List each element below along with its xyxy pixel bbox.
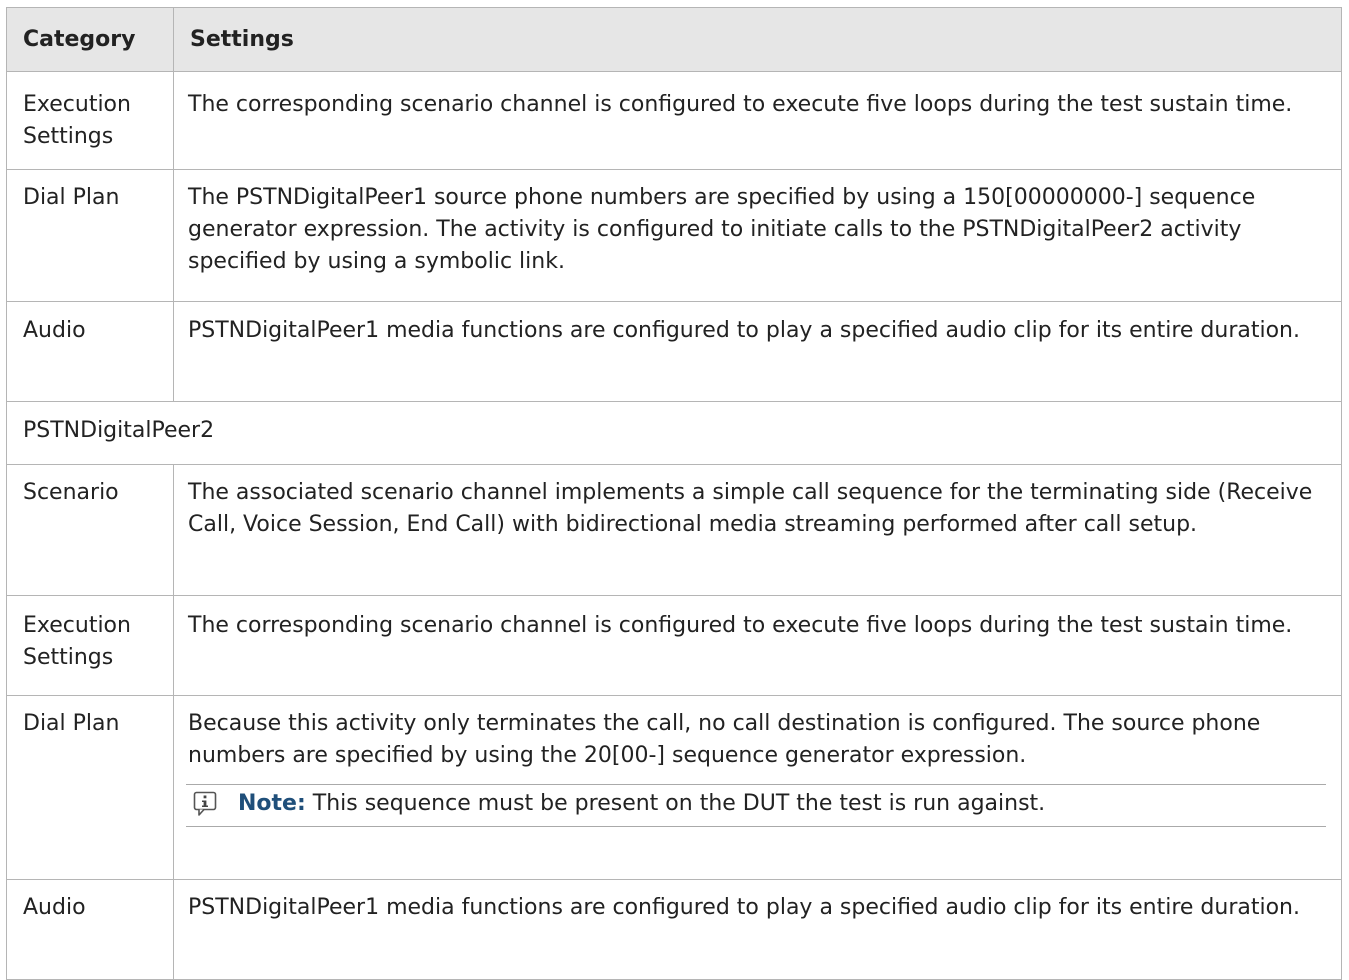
section-heading: PSTNDigitalPeer2 <box>6 401 1342 465</box>
category-cell: Dial Plan <box>6 695 174 880</box>
table-row: Dial Plan The PSTNDigitalPeer1 source ph… <box>6 169 1342 302</box>
note-box: Note: This sequence must be present on t… <box>186 784 1326 827</box>
settings-cell: The corresponding scenario channel is co… <box>173 71 1342 170</box>
table-row: Execution Settings The corresponding sce… <box>6 71 1342 170</box>
settings-cell: PSTNDigitalPeer1 media functions are con… <box>173 301 1342 402</box>
settings-cell: The associated scenario channel implemen… <box>173 464 1342 596</box>
info-icon <box>186 789 224 819</box>
category-cell: Dial Plan <box>6 169 174 302</box>
column-header-settings: Settings <box>173 7 1342 72</box>
category-cell: Scenario <box>6 464 174 596</box>
table-header-row: Category Settings <box>6 7 1342 72</box>
settings-cell: PSTNDigitalPeer1 media functions are con… <box>173 879 1342 980</box>
settings-cell: The PSTNDigitalPeer1 source phone number… <box>173 169 1342 302</box>
note-label: Note: <box>238 791 306 816</box>
category-cell: Audio <box>6 301 174 402</box>
table-row: Audio PSTNDigitalPeer1 media functions a… <box>6 879 1342 980</box>
settings-cell: Because this activity only terminates th… <box>173 695 1342 880</box>
settings-cell: The corresponding scenario channel is co… <box>173 595 1342 696</box>
table-row: Audio PSTNDigitalPeer1 media functions a… <box>6 301 1342 402</box>
category-cell: Execution Settings <box>6 71 174 170</box>
table-row: Execution Settings The corresponding sce… <box>6 595 1342 696</box>
table-row: Dial Plan Because this activity only ter… <box>6 695 1342 880</box>
settings-text: Because this activity only terminates th… <box>188 711 1261 768</box>
section-heading-row: PSTNDigitalPeer2 <box>6 401 1342 465</box>
note-text: This sequence must be present on the DUT… <box>312 791 1046 816</box>
category-cell: Execution Settings <box>6 595 174 696</box>
settings-table: Category Settings Execution Settings The… <box>6 7 1342 980</box>
table-row: Scenario The associated scenario channel… <box>6 464 1342 596</box>
category-cell: Audio <box>6 879 174 980</box>
column-header-category: Category <box>6 7 174 72</box>
